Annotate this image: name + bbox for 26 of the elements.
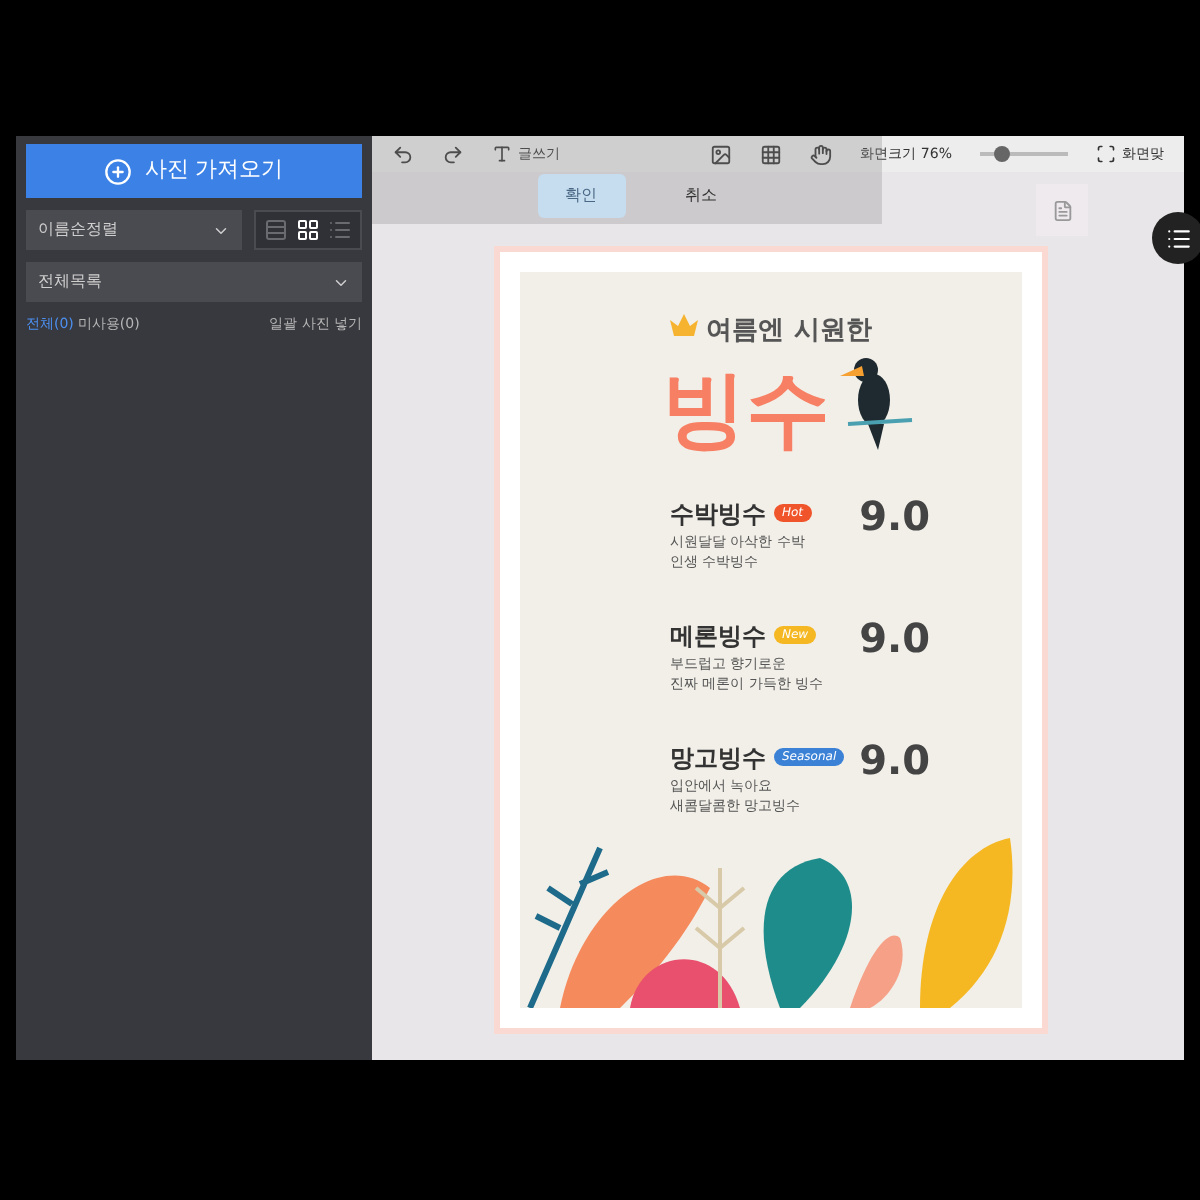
redo-icon[interactable] <box>442 143 464 165</box>
plus-icon <box>104 157 133 185</box>
menu-item-price: 9.0 <box>859 739 930 779</box>
sort-select[interactable]: 이름순정렬 <box>26 210 242 250</box>
hand-icon[interactable] <box>810 143 833 165</box>
cancel-button[interactable]: 취소 <box>685 174 717 218</box>
fit-screen-icon <box>1096 144 1116 164</box>
image-icon[interactable] <box>710 143 733 165</box>
page-icon <box>1051 199 1073 221</box>
menu-item-name: 망고빙수 <box>670 741 766 775</box>
poster-title: 빙수 <box>662 367 830 451</box>
menu-item-name: 수박빙수 <box>670 497 766 531</box>
zoom-thumb[interactable] <box>994 146 1010 162</box>
grid-icon[interactable] <box>760 143 783 165</box>
menu-item-price: 9.0 <box>859 617 930 657</box>
import-photos-button[interactable]: 사진 가져오기 <box>26 144 362 198</box>
menu-item-name: 메론빙수 <box>670 619 766 653</box>
poster-subtitle: 여름엔 시원한 <box>706 314 872 350</box>
folder-select[interactable]: 전체목록 <box>26 262 362 302</box>
confirm-button[interactable]: 확인 <box>537 174 625 218</box>
menu-item-price: 9.0 <box>859 495 930 535</box>
crown-icon <box>668 311 701 336</box>
list-icon <box>1165 225 1191 251</box>
undo-icon[interactable] <box>392 143 414 165</box>
text-icon <box>492 144 512 164</box>
view-button[interactable] <box>296 218 320 242</box>
